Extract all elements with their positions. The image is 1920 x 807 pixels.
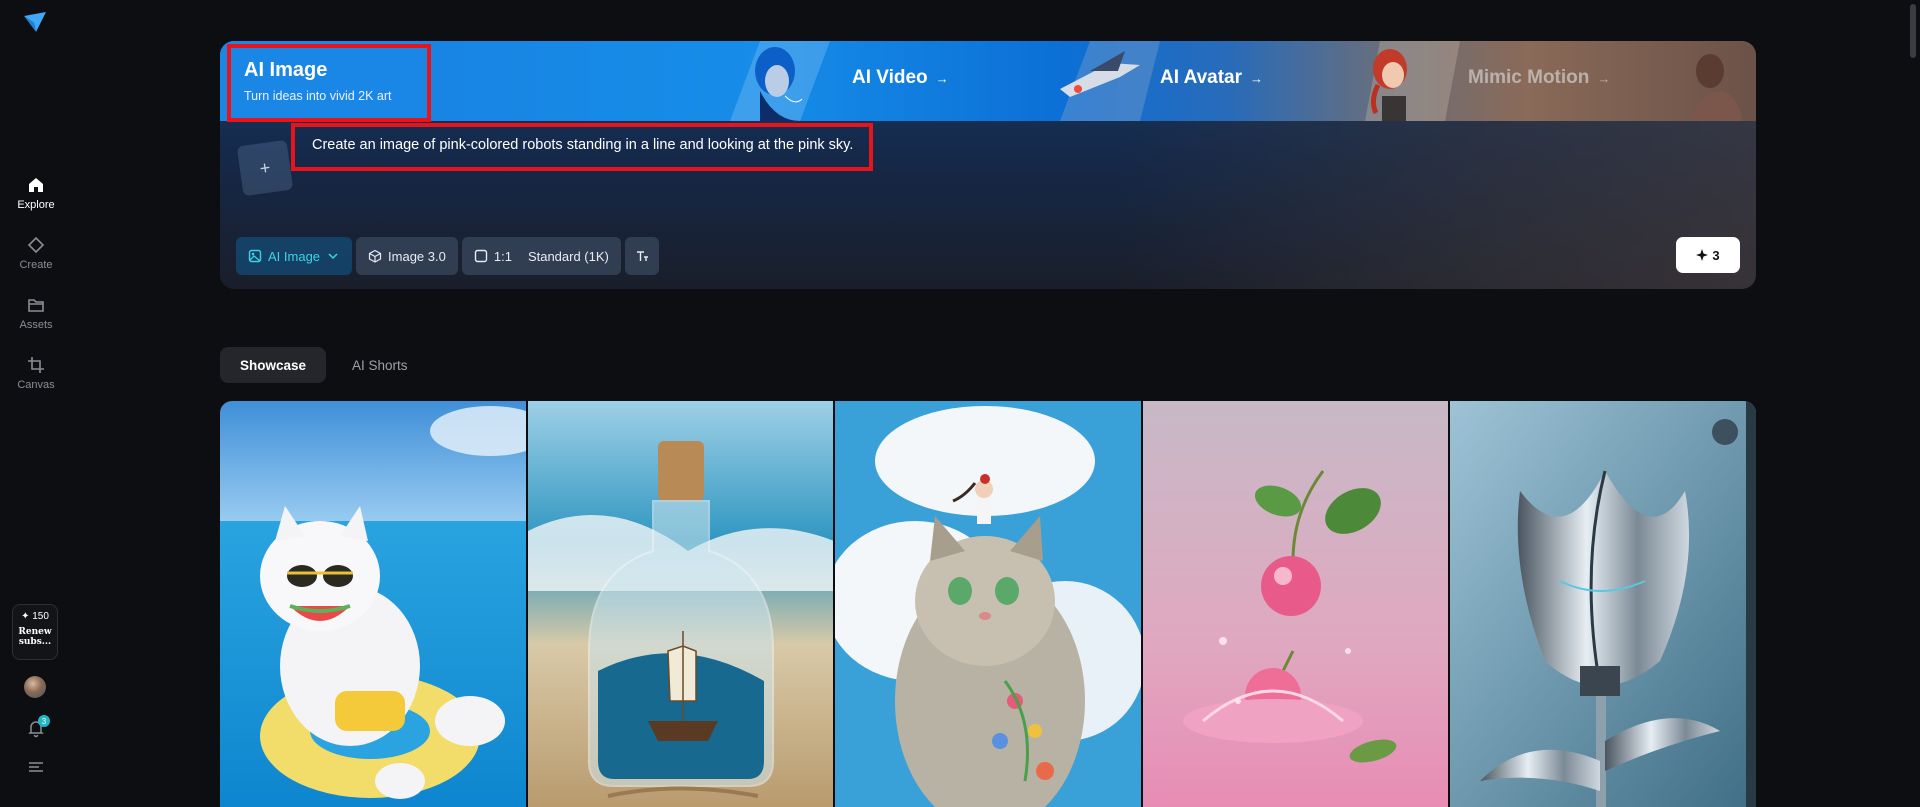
mimic-motion-figure	[1690, 54, 1742, 121]
play-button[interactable]	[1711, 419, 1738, 445]
tab-ai-avatar[interactable]: AI Avatar →	[1160, 67, 1263, 89]
gallery-card-cat-pool[interactable]	[220, 401, 526, 807]
sidebar-item-create[interactable]: Create	[0, 223, 72, 283]
arrow-right-icon: →	[1597, 70, 1611, 86]
sidebar-item-label: Assets	[19, 319, 53, 331]
play-icon	[1712, 419, 1756, 807]
logo-icon[interactable]	[22, 10, 48, 34]
cat-clouds-image	[835, 401, 1141, 807]
prompt-input[interactable]: Create an image of pink-colored robots s…	[312, 137, 853, 153]
feature-tabs: AI Image Turn ideas into vivid 2K art AI…	[220, 41, 1756, 121]
sidebar-item-label: Canvas	[17, 379, 55, 391]
hero-backdrop	[1120, 121, 1756, 289]
notification-badge: 3	[38, 715, 50, 727]
model-selector[interactable]: Image 3.0	[356, 237, 458, 275]
sidebar-nav: Explore Create Assets Canvas	[0, 163, 72, 403]
text-icon	[636, 251, 648, 261]
cherries-image	[1142, 401, 1449, 807]
folder-icon	[28, 299, 44, 312]
aspect-ratio-selector[interactable]: 1:1 Standard (1K)	[461, 237, 621, 275]
gallery-card-cat-clouds[interactable]	[835, 401, 1141, 807]
tab-ai-shorts[interactable]: AI Shorts	[332, 347, 428, 383]
tab-ai-video[interactable]: AI Video →	[852, 67, 949, 89]
mode-dropdown[interactable]: AI Image	[236, 237, 353, 275]
tab-showcase[interactable]: Showcase	[220, 347, 327, 383]
ratio-label: 1:1	[493, 248, 512, 264]
square-icon	[474, 249, 488, 263]
model-label: Image 3.0	[388, 248, 446, 264]
renew-subscription: Renew subs...	[18, 627, 52, 647]
ai-avatar-thumbnail	[1060, 41, 1160, 121]
metal-tulip-image	[1450, 401, 1756, 807]
creation-panel: AI Image Turn ideas into vivid 2K art AI…	[220, 41, 1756, 289]
gallery-card-metal-tulip[interactable]	[1450, 401, 1756, 807]
arrow-right-icon: →	[1250, 70, 1264, 86]
page-scrollbar[interactable]	[1910, 4, 1916, 58]
sidebar-item-assets[interactable]: Assets	[0, 283, 72, 343]
sidebar: Explore Create Assets Canvas ✦ 150 Renew…	[0, 0, 72, 807]
generation-toolbar: AI Image Image 3.0 1:1 Standard (1K)	[236, 237, 659, 275]
tab-label: Mimic Motion	[1468, 67, 1590, 88]
home-icon	[29, 178, 43, 192]
gallery-card-ship-bottle[interactable]	[527, 401, 834, 807]
sidebar-item-canvas[interactable]: Canvas	[0, 343, 72, 403]
sidebar-item-label: Create	[19, 259, 53, 271]
tab-title: AI Image	[244, 59, 328, 81]
ship-bottle-image	[527, 401, 834, 807]
tab-label: AI Video	[852, 67, 928, 88]
tab-ai-image[interactable]: AI Image Turn ideas into vivid 2K art	[220, 41, 430, 121]
quality-label: Standard (1K)	[527, 248, 609, 264]
sparkle-icon	[1696, 249, 1709, 261]
arrow-right-icon: →	[935, 70, 949, 86]
avatar[interactable]	[24, 676, 46, 698]
tab-mimic-motion[interactable]: Mimic Motion →	[1468, 67, 1610, 89]
tab-subtitle: Turn ideas into vivid 2K art	[244, 89, 392, 103]
sidebar-item-explore[interactable]: Explore	[0, 163, 72, 223]
crop-icon	[28, 357, 44, 373]
tab-label: AI Avatar	[1160, 67, 1243, 88]
mimic-motion-thumbnail	[1365, 41, 1460, 121]
ai-video-thumbnail	[730, 41, 830, 121]
text-style-button[interactable]	[624, 237, 659, 275]
plus-icon: +	[258, 156, 272, 179]
menu-icon[interactable]	[27, 760, 45, 774]
credits-count: ✦ 150	[21, 611, 49, 622]
gallery-card-cherries[interactable]	[1142, 401, 1449, 807]
chevron-down-icon	[328, 253, 338, 260]
generate-button[interactable]: 3	[1676, 237, 1740, 273]
cat-pool-image	[220, 401, 526, 807]
section-tabs: Showcase AI Shorts	[220, 347, 428, 383]
diamond-icon	[27, 236, 45, 254]
showcase-gallery	[220, 401, 1756, 807]
image-icon	[248, 249, 262, 263]
generate-cost: 3	[1712, 247, 1720, 263]
cube-icon	[368, 249, 382, 263]
credits-box[interactable]: ✦ 150 Renew subs...	[12, 604, 58, 660]
sidebar-item-label: Explore	[17, 199, 55, 211]
mode-label: AI Image	[268, 248, 321, 264]
image-upload-button[interactable]: +	[236, 139, 294, 197]
